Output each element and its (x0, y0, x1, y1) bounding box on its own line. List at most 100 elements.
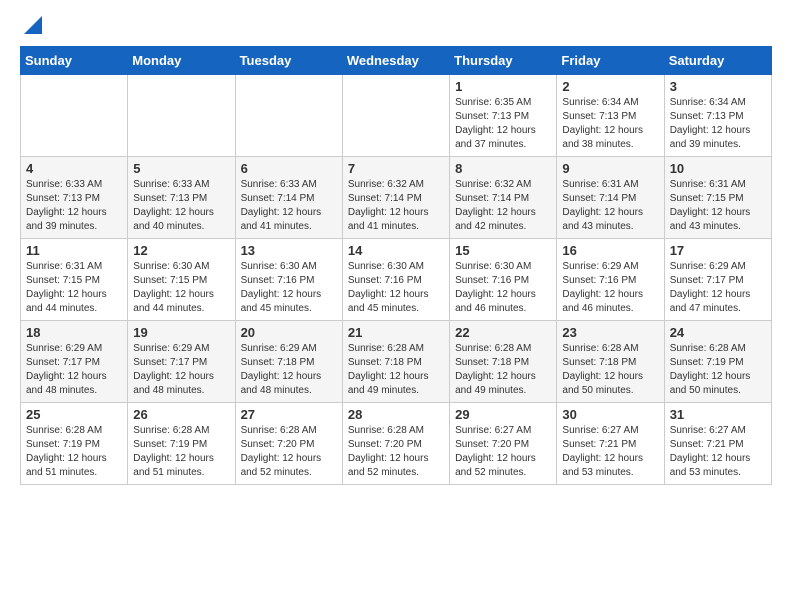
day-info: Sunrise: 6:30 AMSunset: 7:16 PMDaylight:… (455, 260, 551, 316)
header (20, 16, 772, 34)
day-number: 2 (562, 79, 658, 94)
day-info: Sunrise: 6:31 AMSunset: 7:15 PMDaylight:… (670, 178, 766, 234)
day-number: 8 (455, 161, 551, 176)
day-number: 31 (670, 407, 766, 422)
day-number: 30 (562, 407, 658, 422)
weekday-header-saturday: Saturday (664, 47, 771, 75)
day-info: Sunrise: 6:28 AMSunset: 7:19 PMDaylight:… (670, 342, 766, 398)
calendar-week-row: 25Sunrise: 6:28 AMSunset: 7:19 PMDayligh… (21, 403, 772, 485)
page: SundayMondayTuesdayWednesdayThursdayFrid… (0, 0, 792, 501)
day-info: Sunrise: 6:33 AMSunset: 7:14 PMDaylight:… (241, 178, 337, 234)
calendar-cell (128, 75, 235, 157)
calendar-cell: 10 Sunrise: 6:31 AMSunset: 7:15 PMDayligh… (664, 157, 771, 239)
day-number: 22 (455, 325, 551, 340)
day-number: 1 (455, 79, 551, 94)
logo-triangle-icon (24, 16, 42, 34)
day-number: 4 (26, 161, 122, 176)
calendar-cell: 25Sunrise: 6:28 AMSunset: 7:19 PMDayligh… (21, 403, 128, 485)
day-number: 29 (455, 407, 551, 422)
day-info: Sunrise: 6:29 AMSunset: 7:16 PMDaylight:… (562, 260, 658, 316)
calendar-cell: 14 Sunrise: 6:30 AMSunset: 7:16 PMDayligh… (342, 239, 449, 321)
calendar-cell: 21Sunrise: 6:28 AMSunset: 7:18 PMDayligh… (342, 321, 449, 403)
calendar-cell: 17Sunrise: 6:29 AMSunset: 7:17 PMDayligh… (664, 239, 771, 321)
calendar-cell: 15 Sunrise: 6:30 AMSunset: 7:16 PMDayligh… (450, 239, 557, 321)
day-number: 12 (133, 243, 229, 258)
day-number: 7 (348, 161, 444, 176)
day-number: 13 (241, 243, 337, 258)
calendar-week-row: 11Sunrise: 6:31 AMSunset: 7:15 PMDayligh… (21, 239, 772, 321)
day-info: Sunrise: 6:29 AMSunset: 7:17 PMDaylight:… (133, 342, 229, 398)
calendar-cell: 4 Sunrise: 6:33 AMSunset: 7:13 PMDaylight… (21, 157, 128, 239)
weekday-header-monday: Monday (128, 47, 235, 75)
calendar-cell: 3 Sunrise: 6:34 AMSunset: 7:13 PMDaylight… (664, 75, 771, 157)
day-info: Sunrise: 6:31 AMSunset: 7:14 PMDaylight:… (562, 178, 658, 234)
day-info: Sunrise: 6:33 AMSunset: 7:13 PMDaylight:… (26, 178, 122, 234)
weekday-header-tuesday: Tuesday (235, 47, 342, 75)
calendar-cell: 23 Sunrise: 6:28 AMSunset: 7:18 PMDayligh… (557, 321, 664, 403)
calendar-cell: 26Sunrise: 6:28 AMSunset: 7:19 PMDayligh… (128, 403, 235, 485)
logo-area (20, 16, 44, 34)
calendar-cell: 7Sunrise: 6:32 AMSunset: 7:14 PMDaylight… (342, 157, 449, 239)
calendar-week-row: 18Sunrise: 6:29 AMSunset: 7:17 PMDayligh… (21, 321, 772, 403)
calendar-cell: 22Sunrise: 6:28 AMSunset: 7:18 PMDayligh… (450, 321, 557, 403)
day-info: Sunrise: 6:29 AMSunset: 7:17 PMDaylight:… (26, 342, 122, 398)
day-number: 15 (455, 243, 551, 258)
calendar-cell: 16 Sunrise: 6:29 AMSunset: 7:16 PMDayligh… (557, 239, 664, 321)
weekday-header-friday: Friday (557, 47, 664, 75)
day-info: Sunrise: 6:34 AMSunset: 7:13 PMDaylight:… (670, 96, 766, 152)
day-number: 9 (562, 161, 658, 176)
weekday-header-sunday: Sunday (21, 47, 128, 75)
day-number: 5 (133, 161, 229, 176)
day-info: Sunrise: 6:27 AMSunset: 7:21 PMDaylight:… (562, 424, 658, 480)
day-number: 11 (26, 243, 122, 258)
calendar-cell: 28 Sunrise: 6:28 AMSunset: 7:20 PMDayligh… (342, 403, 449, 485)
calendar-cell: 24 Sunrise: 6:28 AMSunset: 7:19 PMDayligh… (664, 321, 771, 403)
day-info: Sunrise: 6:32 AMSunset: 7:14 PMDaylight:… (455, 178, 551, 234)
day-info: Sunrise: 6:29 AMSunset: 7:18 PMDaylight:… (241, 342, 337, 398)
day-number: 14 (348, 243, 444, 258)
day-info: Sunrise: 6:29 AMSunset: 7:17 PMDaylight:… (670, 260, 766, 316)
day-number: 16 (562, 243, 658, 258)
weekday-header-thursday: Thursday (450, 47, 557, 75)
calendar-week-row: 1 Sunrise: 6:35 AMSunset: 7:13 PMDaylight… (21, 75, 772, 157)
day-info: Sunrise: 6:28 AMSunset: 7:20 PMDaylight:… (348, 424, 444, 480)
calendar-cell (21, 75, 128, 157)
day-number: 26 (133, 407, 229, 422)
calendar-cell: 8 Sunrise: 6:32 AMSunset: 7:14 PMDaylight… (450, 157, 557, 239)
calendar-cell: 11Sunrise: 6:31 AMSunset: 7:15 PMDayligh… (21, 239, 128, 321)
day-info: Sunrise: 6:35 AMSunset: 7:13 PMDaylight:… (455, 96, 551, 152)
day-info: Sunrise: 6:34 AMSunset: 7:13 PMDaylight:… (562, 96, 658, 152)
day-number: 23 (562, 325, 658, 340)
logo (20, 16, 44, 34)
day-info: Sunrise: 6:28 AMSunset: 7:20 PMDaylight:… (241, 424, 337, 480)
day-info: Sunrise: 6:30 AMSunset: 7:16 PMDaylight:… (241, 260, 337, 316)
calendar-cell: 12 Sunrise: 6:30 AMSunset: 7:15 PMDayligh… (128, 239, 235, 321)
calendar-cell: 1 Sunrise: 6:35 AMSunset: 7:13 PMDaylight… (450, 75, 557, 157)
day-info: Sunrise: 6:33 AMSunset: 7:13 PMDaylight:… (133, 178, 229, 234)
day-number: 28 (348, 407, 444, 422)
calendar-cell: 20 Sunrise: 6:29 AMSunset: 7:18 PMDayligh… (235, 321, 342, 403)
calendar-cell: 9 Sunrise: 6:31 AMSunset: 7:14 PMDaylight… (557, 157, 664, 239)
day-info: Sunrise: 6:28 AMSunset: 7:18 PMDaylight:… (348, 342, 444, 398)
calendar-cell: 19Sunrise: 6:29 AMSunset: 7:17 PMDayligh… (128, 321, 235, 403)
calendar-cell: 27 Sunrise: 6:28 AMSunset: 7:20 PMDayligh… (235, 403, 342, 485)
calendar-header-row: SundayMondayTuesdayWednesdayThursdayFrid… (21, 47, 772, 75)
day-info: Sunrise: 6:30 AMSunset: 7:15 PMDaylight:… (133, 260, 229, 316)
day-info: Sunrise: 6:27 AMSunset: 7:21 PMDaylight:… (670, 424, 766, 480)
day-info: Sunrise: 6:28 AMSunset: 7:18 PMDaylight:… (562, 342, 658, 398)
day-number: 24 (670, 325, 766, 340)
calendar-cell: 31 Sunrise: 6:27 AMSunset: 7:21 PMDayligh… (664, 403, 771, 485)
day-number: 25 (26, 407, 122, 422)
day-number: 20 (241, 325, 337, 340)
calendar-cell: 6Sunrise: 6:33 AMSunset: 7:14 PMDaylight… (235, 157, 342, 239)
calendar-week-row: 4 Sunrise: 6:33 AMSunset: 7:13 PMDaylight… (21, 157, 772, 239)
day-info: Sunrise: 6:30 AMSunset: 7:16 PMDaylight:… (348, 260, 444, 316)
day-number: 3 (670, 79, 766, 94)
calendar-cell (342, 75, 449, 157)
day-number: 10 (670, 161, 766, 176)
day-number: 27 (241, 407, 337, 422)
calendar-cell: 2 Sunrise: 6:34 AMSunset: 7:13 PMDaylight… (557, 75, 664, 157)
calendar-table: SundayMondayTuesdayWednesdayThursdayFrid… (20, 46, 772, 485)
calendar-cell: 29Sunrise: 6:27 AMSunset: 7:20 PMDayligh… (450, 403, 557, 485)
calendar-cell (235, 75, 342, 157)
